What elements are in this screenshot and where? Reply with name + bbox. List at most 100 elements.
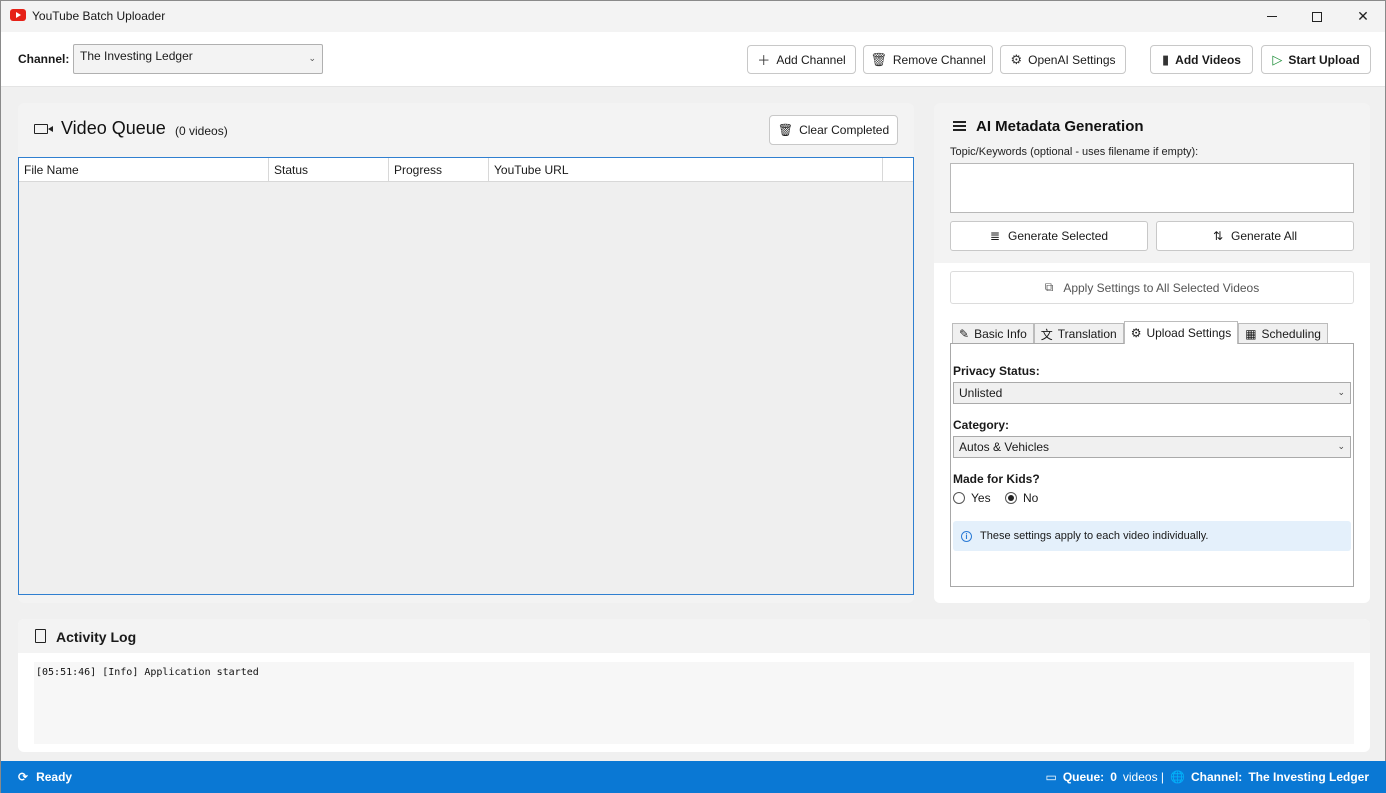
- openai-settings-label: OpenAI Settings: [1028, 52, 1116, 67]
- apply-settings-button[interactable]: ⧉ Apply Settings to All Selected Videos: [950, 271, 1354, 304]
- privacy-status-label: Privacy Status:: [953, 364, 1040, 378]
- queue-unit: videos |: [1122, 770, 1165, 784]
- add-channel-label: Add Channel: [776, 52, 846, 67]
- channel-select[interactable]: The Investing Ledger ⌄: [73, 44, 323, 74]
- topic-label: Topic/Keywords (optional - uses filename…: [950, 146, 1199, 158]
- info-bar: i These settings apply to each video ind…: [953, 521, 1351, 551]
- tab-translation-label: Translation: [1057, 327, 1117, 341]
- close-button[interactable]: ✕: [1340, 1, 1386, 32]
- minimize-button[interactable]: [1249, 1, 1295, 32]
- upload-settings-panel: Privacy Status: Unlisted ⌄ Category: Aut…: [950, 343, 1354, 587]
- category-select[interactable]: Autos & Vehicles ⌄: [953, 436, 1351, 458]
- generate-all-button[interactable]: ⇅ Generate All: [1156, 221, 1354, 251]
- tab-upload-settings-label: Upload Settings: [1146, 326, 1232, 340]
- clear-completed-label: Clear Completed: [799, 123, 890, 137]
- copy-icon: ⧉: [1044, 280, 1054, 294]
- generate-selected-button[interactable]: ≣ Generate Selected: [950, 221, 1148, 251]
- start-upload-button[interactable]: ▷ Start Upload: [1261, 45, 1371, 74]
- column-status[interactable]: Status: [269, 158, 389, 182]
- add-videos-button[interactable]: ▮ Add Videos: [1150, 45, 1253, 74]
- clear-completed-button[interactable]: 🗑 Clear Completed: [769, 115, 898, 145]
- calendar-icon: ▦: [1245, 327, 1257, 341]
- privacy-status-value: Unlisted: [959, 386, 1003, 400]
- toolbar: Channel: The Investing Ledger ⌄ ＋ Add Ch…: [1, 32, 1385, 87]
- window-title: YouTube Batch Uploader: [32, 9, 166, 23]
- log-line: [05:51:46] [Info] Application started: [36, 667, 259, 678]
- activity-log-output[interactable]: [05:51:46] [Info] Application started: [34, 662, 1354, 744]
- tab-scheduling[interactable]: ▦ Scheduling: [1238, 323, 1328, 344]
- youtube-icon: [10, 9, 26, 21]
- column-youtube-url[interactable]: YouTube URL: [489, 158, 883, 182]
- camera-icon: [34, 124, 53, 134]
- column-file-name[interactable]: File Name: [19, 158, 269, 182]
- generate-selected-label: Generate Selected: [1007, 229, 1109, 243]
- column-filler: [883, 158, 913, 182]
- list-icon: ≣: [989, 229, 1000, 243]
- info-text: These settings apply to each video indiv…: [980, 530, 1209, 542]
- pencil-icon: ✎: [959, 327, 970, 341]
- generate-all-label: Generate All: [1231, 229, 1298, 243]
- made-for-kids-label: Made for Kids?: [953, 472, 1040, 486]
- kids-no-radio[interactable]: No: [1005, 491, 1038, 505]
- radio-on-icon: [1005, 492, 1017, 504]
- video-queue-table[interactable]: File Name Status Progress YouTube URL: [18, 157, 914, 595]
- tab-basic-info[interactable]: ✎ Basic Info: [952, 323, 1034, 344]
- queue-count: 0: [1110, 770, 1117, 784]
- app-window: YouTube Batch Uploader ✕ Channel: The In…: [0, 0, 1386, 793]
- add-channel-button[interactable]: ＋ Add Channel: [747, 45, 856, 74]
- remove-channel-button[interactable]: 🗑 Remove Channel: [863, 45, 993, 74]
- refresh-icon: ⟳: [18, 770, 29, 784]
- film-icon: ▮: [1162, 51, 1170, 67]
- column-progress[interactable]: Progress: [389, 158, 489, 182]
- tab-upload-settings[interactable]: ⚙ Upload Settings: [1123, 321, 1239, 344]
- chevron-down-icon: ⌄: [1337, 387, 1345, 397]
- video-queue-count: (0 videos): [175, 124, 228, 138]
- add-videos-label: Add Videos: [1175, 52, 1241, 67]
- title-bar: YouTube Batch Uploader ✕: [1, 1, 1385, 32]
- gear-icon: ⚙: [1010, 51, 1023, 67]
- plus-icon: ＋: [757, 53, 771, 68]
- ai-metadata-title: AI Metadata Generation: [976, 118, 1144, 135]
- channel-select-value: The Investing Ledger: [80, 49, 193, 63]
- channel-label: Channel:: [18, 52, 70, 66]
- video-queue-panel: Video Queue (0 videos) 🗑 Clear Completed…: [18, 103, 914, 603]
- tab-basic-info-label: Basic Info: [974, 327, 1027, 341]
- privacy-status-select[interactable]: Unlisted ⌄: [953, 382, 1351, 404]
- sort-icon: ⇅: [1212, 229, 1223, 243]
- chevron-down-icon: ⌄: [308, 53, 316, 63]
- category-label: Category:: [953, 418, 1010, 432]
- status-text: Ready: [36, 770, 73, 784]
- activity-log-panel: Activity Log [05:51:46] [Info] Applicati…: [18, 619, 1370, 752]
- gear-icon: ⚙: [1130, 326, 1142, 340]
- settings-tabs: ✎ Basic Info 文 Translation ⚙ Upload Sett…: [952, 321, 1328, 344]
- remove-channel-label: Remove Channel: [892, 52, 986, 67]
- status-channel-label: Channel:: [1190, 770, 1243, 784]
- topic-input[interactable]: [950, 163, 1354, 213]
- status-bar: ⟳ Ready ▭ Queue: 0 videos | 🌐 Channel: T…: [1, 761, 1386, 793]
- play-icon: ▷: [1272, 51, 1283, 67]
- tab-translation[interactable]: 文 Translation: [1033, 323, 1124, 344]
- activity-log-header: Activity Log: [18, 619, 1370, 653]
- chevron-down-icon: ⌄: [1337, 441, 1345, 451]
- trash-icon: 🗑: [777, 123, 794, 137]
- film-icon: ▭: [1045, 770, 1057, 784]
- info-icon: i: [961, 530, 972, 542]
- category-value: Autos & Vehicles: [959, 440, 1050, 454]
- trash-icon: 🗑: [870, 51, 887, 67]
- globe-icon: 🌐: [1170, 770, 1185, 784]
- translate-icon: 文: [1040, 327, 1053, 342]
- apply-settings-label: Apply Settings to All Selected Videos: [1063, 280, 1260, 295]
- start-upload-label: Start Upload: [1288, 52, 1360, 67]
- openai-settings-button[interactable]: ⚙ OpenAI Settings: [1000, 45, 1126, 74]
- queue-label: Queue:: [1062, 770, 1105, 784]
- kids-yes-radio[interactable]: Yes: [953, 491, 991, 505]
- maximize-button[interactable]: [1294, 1, 1340, 32]
- kids-yes-label: Yes: [971, 491, 991, 505]
- ai-metadata-panel: AI Metadata Generation Topic/Keywords (o…: [934, 103, 1370, 603]
- radio-off-icon: [953, 492, 965, 504]
- list-icon: [950, 120, 968, 133]
- document-icon: [35, 629, 46, 643]
- table-header: File Name Status Progress YouTube URL: [19, 158, 913, 182]
- kids-no-label: No: [1023, 491, 1039, 505]
- video-queue-title: Video Queue: [61, 118, 166, 138]
